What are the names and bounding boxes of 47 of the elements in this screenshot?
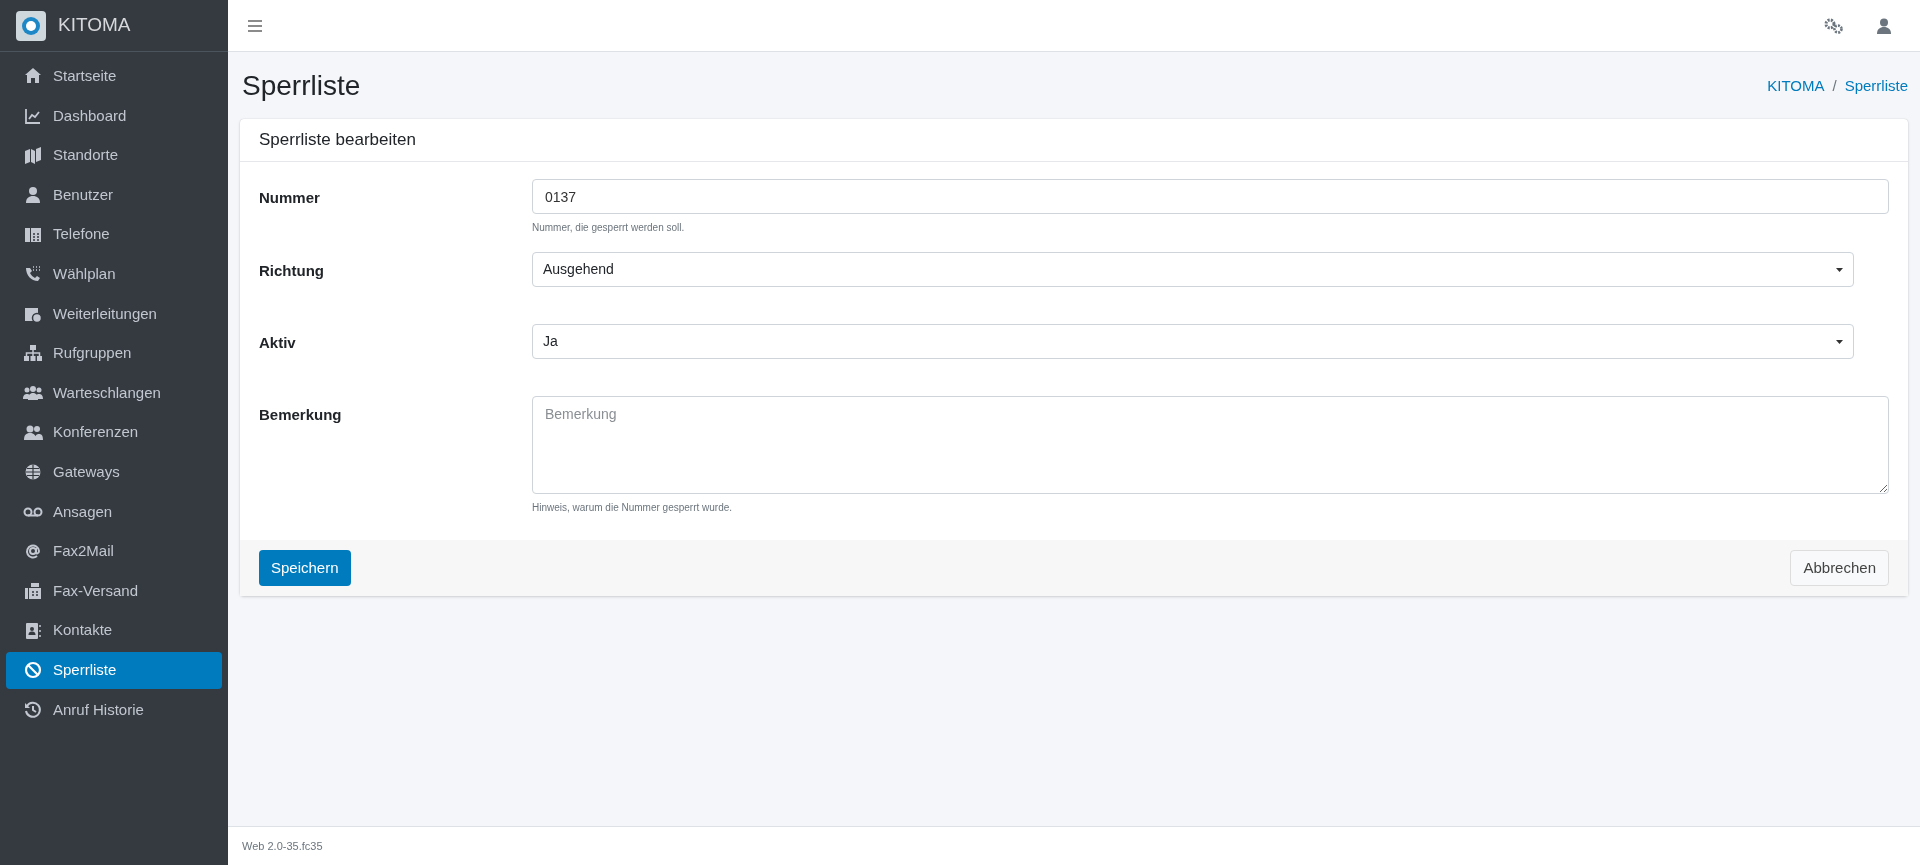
sidebar-item[interactable]: Startseite — [6, 58, 222, 95]
dropdown-select[interactable]: Ausgehend — [532, 252, 1854, 287]
save-button[interactable]: Speichern — [259, 550, 351, 586]
number-input[interactable]: 0137 — [532, 179, 1889, 214]
breadcrumb-link[interactable]: KITOMA — [1767, 74, 1825, 98]
sidebar-item[interactable]: Telefone — [6, 216, 222, 253]
cancel-button[interactable]: Abbrechen — [1790, 550, 1889, 586]
help-text: Nummer, die gesperrt werden soll. — [532, 221, 686, 235]
sidebar-item[interactable]: Fax-Versand — [6, 572, 222, 610]
version-text: Web 2.0-35.fc35 — [242, 838, 323, 854]
breadcrumb-separator: / — [1832, 75, 1837, 96]
sidebar-item[interactable]: Kontakte — [6, 612, 222, 649]
ban-icon — [23, 660, 43, 681]
map-icon — [23, 145, 43, 166]
sidebar-item[interactable]: Wählplan — [6, 255, 222, 293]
sidebar-item[interactable]: Dashboard — [6, 97, 222, 135]
sidebar-item[interactable]: Sperrliste — [6, 651, 222, 689]
sidebar-item[interactable]: Weiterleitungen — [6, 295, 222, 333]
brand-name: KITOMA — [58, 13, 131, 38]
field-label: Aktiv — [259, 333, 297, 353]
page-title: Sperrliste — [242, 69, 361, 103]
sidebar-item[interactable]: Warteschlangen — [6, 374, 222, 412]
caret-icon — [1836, 267, 1843, 272]
card-title: Sperrliste bearbeiten — [259, 129, 416, 152]
user-icon — [23, 185, 43, 206]
sidebar-item[interactable]: Standorte — [6, 137, 222, 174]
caret-icon — [1836, 339, 1843, 344]
sitemap-icon — [23, 343, 43, 364]
sidebar-item[interactable]: Rufgruppen — [6, 335, 222, 372]
field-label: Nummer — [259, 188, 321, 208]
logo-icon — [16, 10, 46, 41]
sidebar-item[interactable]: Benutzer — [6, 176, 222, 214]
sidebar-item[interactable]: Ansagen — [6, 493, 222, 531]
dropdown-select[interactable]: Ja — [532, 324, 1854, 359]
sidebar-item[interactable]: Gateways — [6, 453, 222, 491]
breadcrumb-link[interactable]: Sperrliste — [1844, 74, 1908, 98]
sidebar-item[interactable]: Fax2Mail — [6, 533, 222, 570]
remark-textarea[interactable]: Bemerkung — [532, 396, 1889, 494]
fax-icon — [23, 581, 43, 601]
field-label: Bemerkung — [259, 405, 343, 425]
sidebar-item[interactable]: Anruf Historie — [6, 691, 222, 729]
help-text: Hinweis, warum die Nummer gesperrt wurde. — [532, 501, 734, 515]
sidebar-item[interactable]: Konferenzen — [6, 414, 222, 451]
address-book-icon — [23, 620, 43, 641]
field-label: Richtung — [259, 261, 325, 281]
globe-icon — [23, 462, 43, 483]
history-icon — [23, 699, 43, 720]
